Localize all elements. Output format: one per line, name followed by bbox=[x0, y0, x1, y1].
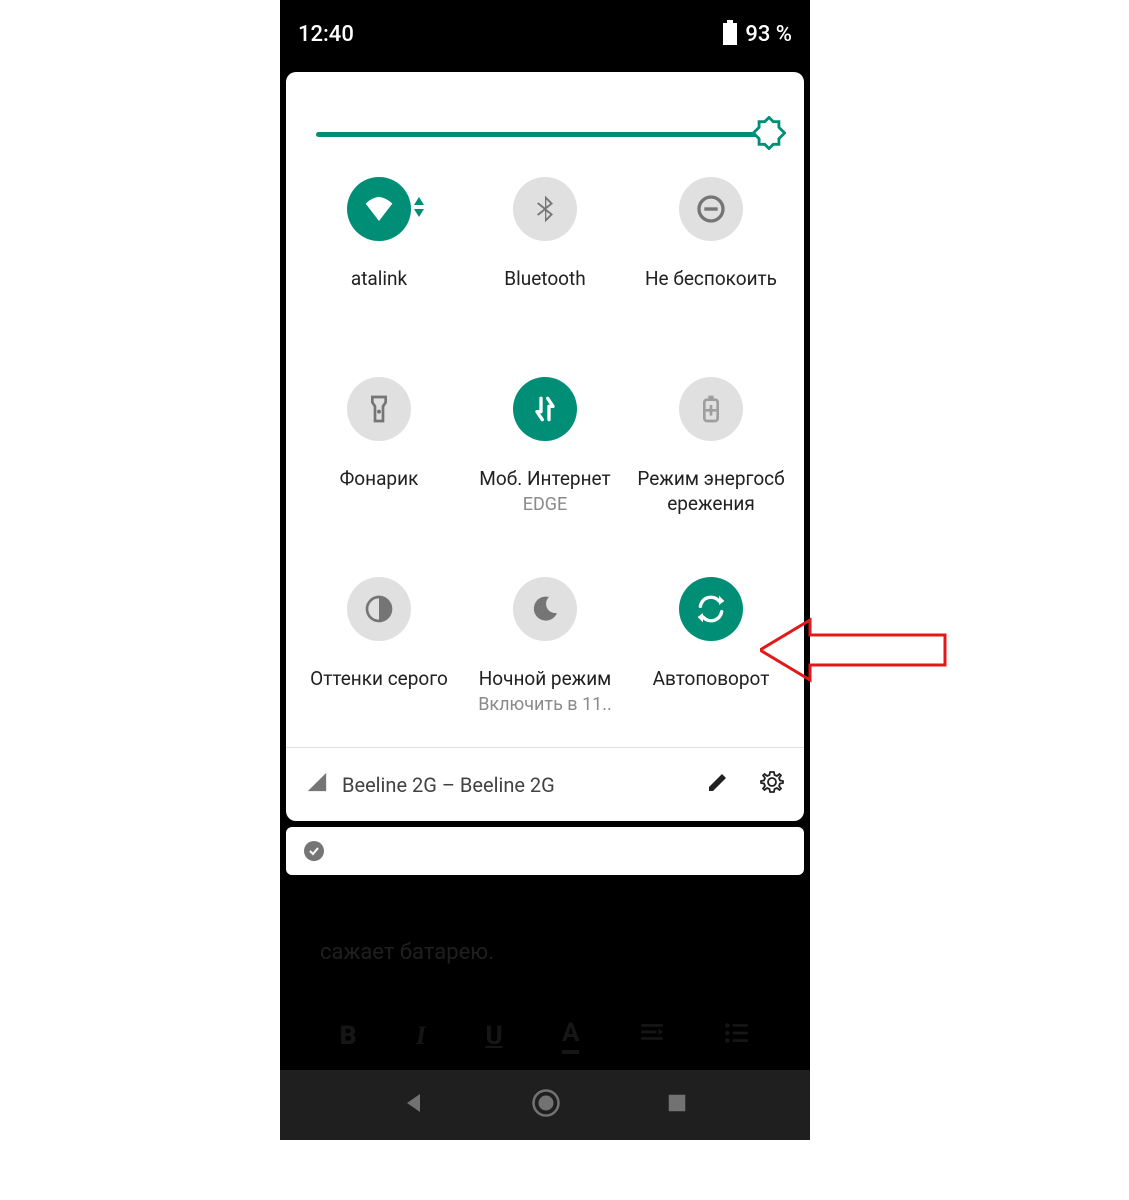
tile-label: atalink bbox=[347, 267, 411, 292]
brightness-slider[interactable] bbox=[286, 72, 804, 177]
notification-row[interactable] bbox=[286, 827, 804, 875]
tile-label: Bluetooth bbox=[500, 267, 589, 292]
night-mode-icon bbox=[513, 577, 577, 641]
grayscale-icon bbox=[347, 577, 411, 641]
battery-percent: 93 % bbox=[745, 22, 792, 47]
tile-battery-saver[interactable]: Режим энергосб ережения bbox=[628, 377, 794, 517]
background-app-text: сажает батарею. bbox=[280, 940, 810, 965]
brightness-track bbox=[316, 132, 774, 137]
tile-wifi[interactable]: atalink bbox=[296, 177, 462, 317]
tile-flashlight[interactable]: Фонарик bbox=[296, 377, 462, 517]
tile-label: Режим энергосб ережения bbox=[633, 467, 788, 516]
tile-label: Фонарик bbox=[336, 467, 423, 492]
phone-frame: 12:40 93 % atalink bbox=[280, 0, 810, 1140]
wifi-expand-icon[interactable] bbox=[413, 197, 425, 221]
status-time: 12:40 bbox=[298, 22, 354, 47]
check-circle-icon bbox=[304, 841, 324, 861]
carrier-text: Beeline 2G – Beeline 2G bbox=[342, 773, 555, 797]
tile-sublabel: EDGE bbox=[523, 494, 568, 515]
annotation-arrow bbox=[760, 610, 950, 690]
tile-label: Автоповорот bbox=[649, 667, 774, 692]
tile-label: Моб. Интернет bbox=[475, 467, 614, 492]
quick-settings-panel: atalink Bluetooth Не беспокоить Фонарик bbox=[286, 72, 804, 821]
autorotate-icon bbox=[679, 577, 743, 641]
dnd-icon bbox=[679, 177, 743, 241]
tile-label: Оттенки серого bbox=[306, 667, 452, 692]
flashlight-icon bbox=[347, 377, 411, 441]
bluetooth-icon bbox=[513, 177, 577, 241]
tile-grayscale[interactable]: Оттенки серого bbox=[296, 577, 462, 717]
mobile-data-icon bbox=[513, 377, 577, 441]
tile-night-mode[interactable]: Ночной режим Включить в 11.. bbox=[462, 577, 628, 717]
tile-label: Ночной режим bbox=[475, 667, 616, 692]
signal-icon bbox=[306, 771, 328, 798]
battery-icon bbox=[723, 23, 737, 45]
tiles-grid: atalink Bluetooth Не беспокоить Фонарик bbox=[286, 177, 804, 747]
tile-bluetooth[interactable]: Bluetooth bbox=[462, 177, 628, 317]
tile-label: Не беспокоить bbox=[641, 267, 781, 292]
wifi-icon bbox=[347, 177, 411, 241]
tile-mobile-data[interactable]: Моб. Интернет EDGE bbox=[462, 377, 628, 517]
brightness-thumb-icon[interactable] bbox=[752, 116, 786, 150]
tile-dnd[interactable]: Не беспокоить bbox=[628, 177, 794, 317]
edit-button[interactable] bbox=[706, 770, 730, 799]
qs-footer: Beeline 2G – Beeline 2G bbox=[286, 747, 804, 821]
status-bar: 12:40 93 % bbox=[280, 0, 810, 68]
settings-button[interactable] bbox=[760, 770, 784, 799]
battery-saver-icon bbox=[679, 377, 743, 441]
tile-sublabel: Включить в 11.. bbox=[478, 694, 612, 715]
